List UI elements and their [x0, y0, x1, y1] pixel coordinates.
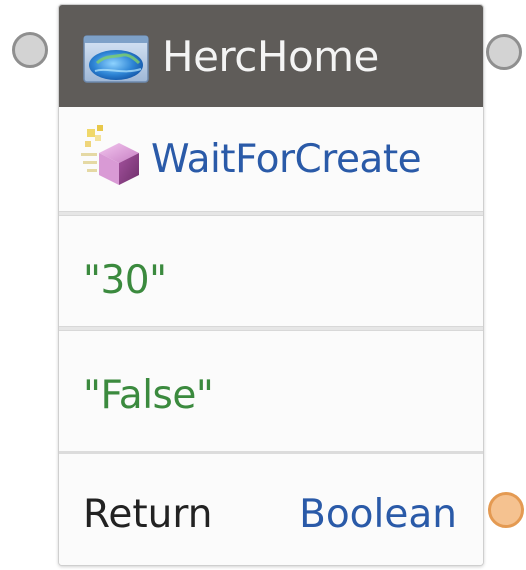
parameter-value[interactable]: "False" [83, 371, 214, 421]
return-type: Boolean [299, 492, 457, 537]
parameter-row[interactable]: "False" [59, 331, 483, 451]
output-flow-port[interactable] [486, 34, 522, 70]
input-flow-port[interactable] [12, 32, 48, 68]
return-label: Return [83, 492, 213, 537]
return-output-port[interactable] [488, 492, 524, 528]
method-row[interactable]: WaitForCreate [59, 107, 483, 211]
return-row[interactable]: Return Boolean [59, 454, 483, 565]
node-title: HercHome [162, 32, 379, 81]
method-cube-icon [81, 125, 139, 185]
method-name: WaitForCreate [151, 137, 422, 182]
parameter-value[interactable]: "30" [83, 256, 167, 306]
node-header[interactable]: HercHome [59, 5, 483, 107]
globe-window-icon [83, 35, 149, 83]
workflow-node[interactable]: HercHome WaitForCreate "30" "False" Retu… [58, 4, 484, 566]
parameter-row[interactable]: "30" [59, 216, 483, 326]
